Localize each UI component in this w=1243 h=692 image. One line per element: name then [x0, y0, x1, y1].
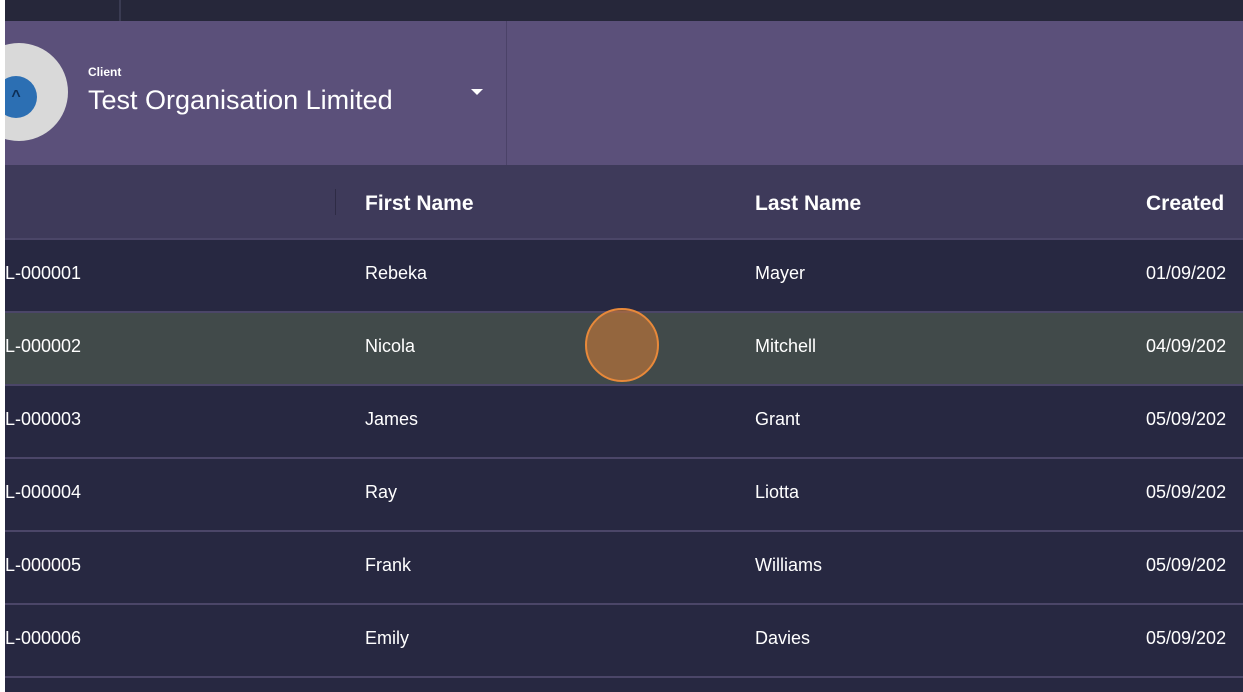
cell-last-name: Liotta — [755, 482, 800, 502]
chevron-down-icon[interactable] — [467, 83, 487, 103]
cell-last-name: Williams — [755, 555, 822, 575]
app-screen: ^ Client Test Organisation Limited First… — [5, 0, 1243, 692]
cell-id: L-000005 — [5, 555, 82, 575]
cell-created: 05/09/202 — [1146, 409, 1227, 429]
column-header-last-name[interactable]: Last Name — [755, 192, 861, 216]
cell-created: 04/09/202 — [1146, 336, 1227, 356]
cell-first-name: Emily — [365, 628, 409, 648]
cell-created: 05/09/202 — [1146, 482, 1227, 502]
cell-id: L-000002 — [5, 336, 82, 356]
column-divider — [335, 189, 336, 215]
cell-id: L-000004 — [5, 482, 82, 502]
cell-id: L-000001 — [5, 263, 82, 283]
client-header: ^ Client Test Organisation Limited — [5, 21, 1243, 165]
table-row[interactable]: L-000004 Ray Liotta 05/09/202 — [5, 457, 1243, 530]
cell-first-name: James — [365, 409, 419, 429]
client-selector[interactable]: ^ Client Test Organisation Limited — [5, 21, 507, 165]
cell-created: 05/09/202 — [1146, 628, 1227, 648]
cell-last-name: Grant — [755, 409, 801, 429]
column-header-first-name[interactable]: First Name — [365, 192, 474, 216]
table-header: First Name Last Name Created — [5, 165, 1243, 240]
table-row[interactable]: L-000003 James Grant 05/09/202 — [5, 384, 1243, 457]
cell-created: 05/09/202 — [1146, 555, 1227, 575]
cell-first-name: Nicola — [365, 336, 416, 356]
column-header-created[interactable]: Created — [1146, 192, 1224, 216]
table-row[interactable]: L-000006 Emily Davies 05/09/202 — [5, 603, 1243, 676]
top-tab-strip — [5, 0, 1243, 21]
table-row[interactable]: L-000001 Rebeka Mayer 01/09/202 — [5, 238, 1243, 311]
cell-id: L-000003 — [5, 409, 82, 429]
tab-divider — [119, 0, 121, 21]
client-name[interactable]: Test Organisation Limited — [88, 85, 393, 116]
table-row-partial — [5, 676, 1243, 692]
click-indicator — [585, 308, 659, 382]
cell-first-name: Ray — [365, 482, 398, 502]
cell-id: L-000006 — [5, 628, 82, 648]
cell-last-name: Mitchell — [755, 336, 817, 356]
cell-first-name: Rebeka — [365, 263, 428, 283]
cell-created: 01/09/202 — [1146, 263, 1227, 283]
cell-last-name: Mayer — [755, 263, 806, 283]
cell-first-name: Frank — [365, 555, 412, 575]
table-row[interactable]: L-000005 Frank Williams 05/09/202 — [5, 530, 1243, 603]
cell-last-name: Davies — [755, 628, 811, 648]
client-label: Client — [88, 65, 122, 79]
